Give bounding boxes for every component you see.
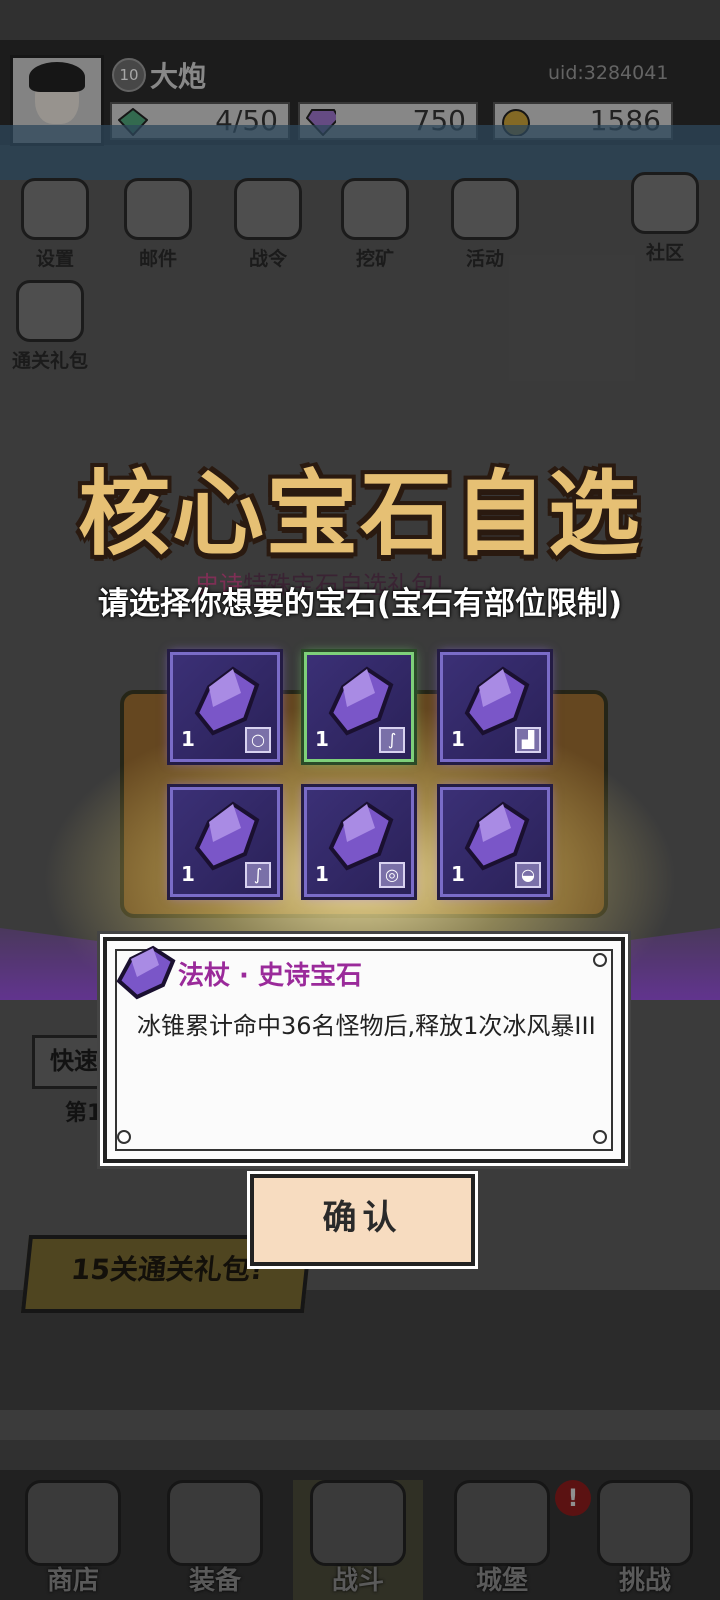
confirm-button[interactable]: 确认 bbox=[250, 1174, 475, 1266]
selection-instruction: 请选择你想要的宝石(宝石有部位限制) bbox=[97, 586, 623, 622]
popup-title: 核心宝石自选 bbox=[77, 461, 642, 568]
gem-option[interactable]: 1 ◒ bbox=[440, 787, 550, 897]
gem-option[interactable]: 1 ∫ bbox=[170, 787, 280, 897]
purple-gem-icon bbox=[116, 945, 176, 1000]
gem-count: 1 bbox=[315, 727, 329, 751]
ring-icon: ○ bbox=[245, 727, 271, 753]
staff-icon: ∫ bbox=[245, 862, 271, 888]
gem-count: 1 bbox=[315, 862, 329, 886]
gem-count: 1 bbox=[451, 727, 465, 751]
helmet-icon: ◒ bbox=[515, 862, 541, 888]
gem-option[interactable]: 1 ▟ bbox=[440, 652, 550, 762]
boots-icon: ▟ bbox=[515, 727, 541, 753]
gem-option[interactable]: 1 ○ bbox=[170, 652, 280, 762]
necklace-icon: ◎ bbox=[379, 862, 405, 888]
card-corner-rivet bbox=[593, 1130, 607, 1144]
card-corner-rivet bbox=[593, 953, 607, 967]
gem-option[interactable]: 1 ◎ bbox=[304, 787, 414, 897]
gem-detail-title: 法杖 · 史诗宝石 bbox=[178, 961, 362, 991]
gem-count: 1 bbox=[451, 862, 465, 886]
gem-detail-description: 冰锥累计命中36名怪物后,释放1次冰风暴III bbox=[137, 1012, 596, 1040]
gem-count: 1 bbox=[181, 727, 195, 751]
gem-count: 1 bbox=[181, 862, 195, 886]
staff-icon: ∫ bbox=[379, 727, 405, 753]
gem-option-selected[interactable]: 1 ∫ bbox=[304, 652, 414, 762]
card-corner-rivet bbox=[117, 1130, 131, 1144]
